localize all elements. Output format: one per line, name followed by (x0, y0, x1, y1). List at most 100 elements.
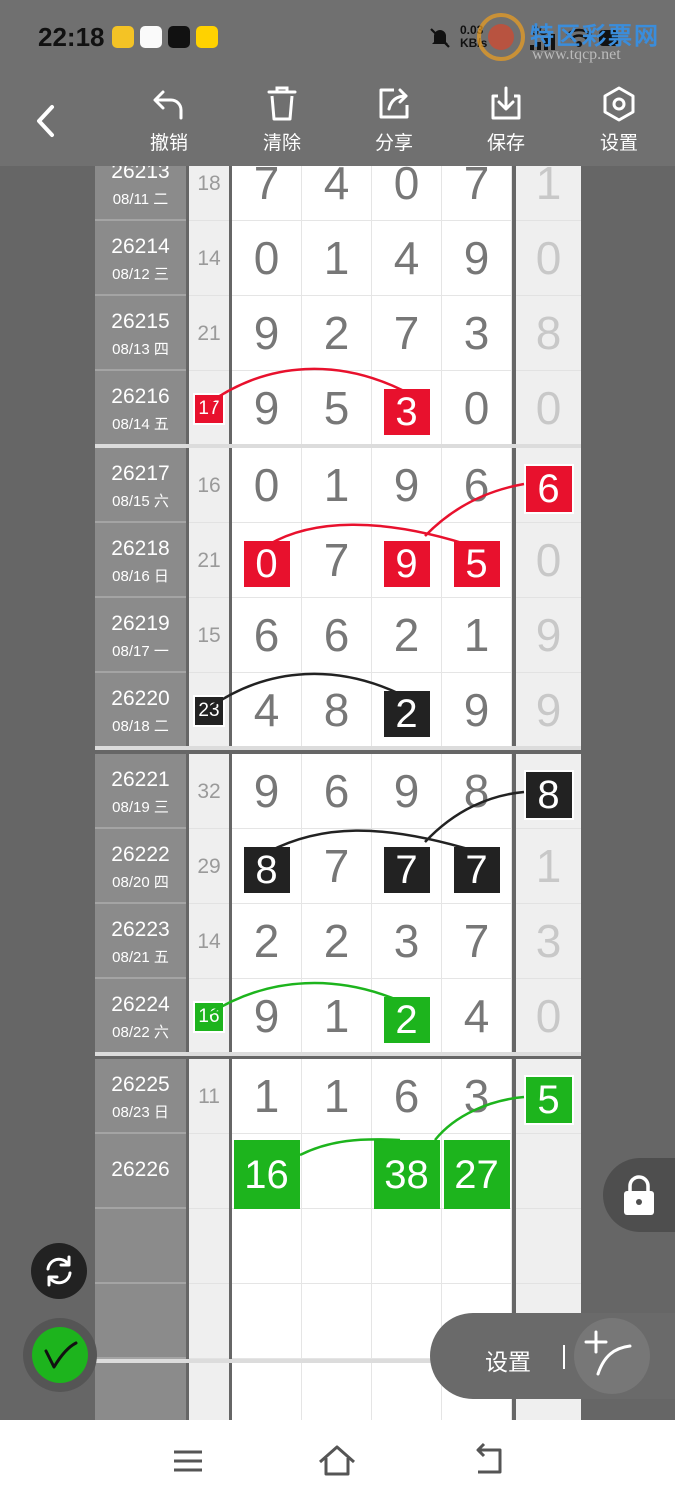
digit-cell[interactable]: 4 (302, 166, 372, 221)
last-digit-cell[interactable]: 8 (516, 754, 581, 829)
digit-cell[interactable]: 5 (442, 523, 512, 598)
digit-cell[interactable]: 9 (442, 673, 512, 748)
digit-cell[interactable]: 9 (232, 754, 302, 829)
digit-cell[interactable] (442, 1209, 512, 1284)
digit-cell[interactable]: 1 (302, 448, 372, 523)
floating-settings-label[interactable]: 设置 (485, 1343, 531, 1377)
digit-cell[interactable]: 0 (232, 523, 302, 598)
digit-cell[interactable]: 8 (442, 754, 512, 829)
last-digit-cell[interactable] (516, 1209, 581, 1284)
pen-toggle-button[interactable] (23, 1318, 97, 1392)
digit-cell[interactable]: 27 (442, 1134, 512, 1210)
digit-cell[interactable]: 4 (232, 673, 302, 748)
digit-cell[interactable]: 9 (372, 448, 442, 523)
last-digit-cell[interactable]: 9 (516, 598, 581, 673)
digit-cell[interactable]: 38 (372, 1134, 442, 1210)
digit-cell[interactable]: 2 (302, 904, 372, 979)
digit-cell[interactable]: 1 (442, 598, 512, 673)
digit-cell[interactable]: 0 (372, 166, 442, 221)
digit-cell[interactable]: 0 (232, 221, 302, 296)
last-digit-cell[interactable]: 1 (516, 166, 581, 221)
digit-cell[interactable] (232, 1363, 302, 1420)
digit-cell[interactable]: 6 (302, 598, 372, 673)
settings-button[interactable]: 设置 (579, 84, 659, 162)
digit-cell[interactable]: 2 (232, 904, 302, 979)
digit-cell[interactable]: 3 (372, 904, 442, 979)
digit-cell[interactable]: 8 (302, 673, 372, 748)
digit-cell[interactable]: 9 (442, 221, 512, 296)
back-button[interactable] (26, 96, 70, 146)
digit-cell[interactable]: 6 (442, 448, 512, 523)
digit-cell[interactable]: 2 (372, 598, 442, 673)
digit-cell[interactable]: 9 (232, 296, 302, 371)
digit-cell[interactable] (232, 1284, 302, 1359)
digit-cell[interactable]: 6 (372, 1059, 442, 1134)
draw-table[interactable]: 26213 08/11 二 18 7 4 0 7 1 26214 08/12 三… (95, 166, 581, 1420)
digit-cell[interactable] (302, 1209, 372, 1284)
digit-cell[interactable]: 9 (232, 371, 302, 446)
digit-cell[interactable]: 7 (302, 829, 372, 904)
digit-cell[interactable] (302, 1134, 372, 1209)
digit-cell[interactable]: 0 (232, 448, 302, 523)
digit-cell[interactable]: 9 (372, 523, 442, 598)
digit-cell[interactable]: 2 (372, 673, 442, 748)
digit-cell[interactable]: 0 (442, 371, 512, 446)
digit-cell[interactable]: 7 (442, 166, 512, 221)
last-digit-cell[interactable]: 6 (516, 448, 581, 523)
digit-cell[interactable]: 9 (372, 754, 442, 829)
save-button[interactable]: 保存 (466, 84, 546, 162)
last-digit-cell[interactable]: 0 (516, 371, 581, 446)
last-digit-cell[interactable]: 0 (516, 979, 581, 1054)
last-digit-cell[interactable]: 0 (516, 221, 581, 296)
digit-cell[interactable]: 3 (442, 296, 512, 371)
digit-cell[interactable] (372, 1363, 442, 1420)
digit-cell[interactable]: 16 (232, 1134, 302, 1210)
digit-cell[interactable]: 5 (302, 371, 372, 446)
share-button[interactable]: 分享 (354, 84, 434, 162)
clear-button[interactable]: 清除 (242, 84, 322, 162)
digit-cell[interactable]: 7 (232, 166, 302, 221)
last-digit-cell[interactable]: 8 (516, 296, 581, 371)
home-button[interactable] (316, 1442, 358, 1480)
digit-cell[interactable]: 2 (372, 979, 442, 1054)
digit-cell[interactable] (302, 1363, 372, 1420)
refresh-button[interactable] (31, 1243, 87, 1299)
digit-cell[interactable] (372, 1209, 442, 1284)
digit-cell[interactable] (232, 1209, 302, 1284)
marked-sum[interactable]: 23 (193, 695, 225, 728)
recent-apps-button[interactable] (168, 1444, 208, 1478)
last-digit-cell[interactable]: 5 (516, 1059, 581, 1134)
last-digit-cell[interactable]: 0 (516, 523, 581, 598)
digit-cell[interactable]: 4 (372, 221, 442, 296)
undo-button[interactable]: 撤销 (129, 84, 209, 162)
last-digit-cell[interactable]: 3 (516, 904, 581, 979)
digit-cell[interactable] (302, 1284, 372, 1359)
digit-cell[interactable]: 1 (302, 1059, 372, 1134)
digit-cell[interactable]: 6 (232, 598, 302, 673)
marked-sum[interactable]: 16 (193, 1001, 225, 1034)
digit-cell[interactable]: 9 (232, 979, 302, 1054)
last-digit-cell[interactable]: 9 (516, 673, 581, 748)
digit-cell[interactable]: 8 (232, 829, 302, 904)
digit-cell[interactable]: 6 (302, 754, 372, 829)
issue-cell: 26219 08/17 一 (95, 598, 186, 673)
digit-cell[interactable]: 1 (232, 1059, 302, 1134)
last-digit-cell[interactable] (516, 1134, 581, 1209)
digit-cell[interactable]: 7 (372, 829, 442, 904)
pen-style-button[interactable] (574, 1318, 650, 1394)
last-digit-cell[interactable]: 1 (516, 829, 581, 904)
digit-cell[interactable]: 3 (372, 371, 442, 446)
digit-cell[interactable]: 7 (302, 523, 372, 598)
digit-cell[interactable]: 4 (442, 979, 512, 1054)
digit-cell[interactable]: 1 (302, 979, 372, 1054)
digit-cell[interactable]: 7 (372, 296, 442, 371)
digit-cell[interactable]: 2 (302, 296, 372, 371)
lock-button[interactable] (603, 1158, 675, 1232)
digit-cell[interactable]: 7 (442, 829, 512, 904)
floating-settings-pill[interactable]: 设置 (430, 1313, 675, 1399)
digit-cell[interactable]: 3 (442, 1059, 512, 1134)
digit-cell[interactable]: 1 (302, 221, 372, 296)
marked-sum[interactable]: 17 (193, 393, 225, 426)
system-back-button[interactable] (468, 1442, 508, 1480)
digit-cell[interactable]: 7 (442, 904, 512, 979)
